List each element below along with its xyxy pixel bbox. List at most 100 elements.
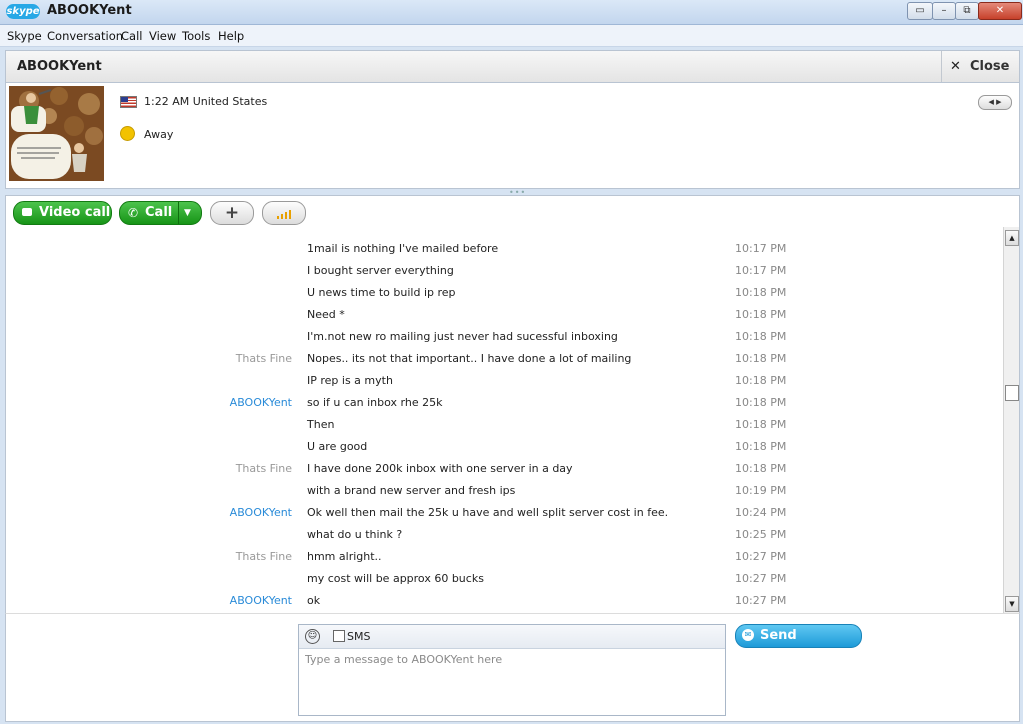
call-split-divider — [178, 202, 179, 224]
chat-message-row[interactable]: Need * 10:18 PM — [6, 308, 1004, 330]
call-quality-icon — [289, 210, 291, 219]
skype-logo: skype — [6, 4, 40, 19]
close-icon: ✕ — [950, 59, 961, 74]
chat-scrollbar[interactable]: ▲ ▼ — [1003, 227, 1020, 613]
chat-message-row[interactable]: IP rep is a myth 10:18 PM — [6, 374, 1004, 396]
chat-message-row[interactable]: I bought server everything 10:17 PM — [6, 264, 1004, 286]
chat-message-row[interactable]: ABOOKYent so if u can inbox rhe 25k 10:18 … — [6, 396, 1004, 418]
chat-message-row[interactable]: with a brand new server and fresh ips 10:… — [6, 484, 1004, 506]
local-time-country: 1:22 AM United States — [144, 95, 268, 108]
call-quality-icon — [285, 212, 287, 219]
sms-checkbox[interactable] — [333, 630, 345, 642]
chat-message-row[interactable]: U news time to build ip rep 10:18 PM — [6, 286, 1004, 308]
message-text: ok — [307, 594, 321, 607]
message-text: my cost will be approx 60 bucks — [307, 572, 484, 585]
send-message-button[interactable]: ✉ Send message — [735, 624, 862, 665]
message-text: what do u think ? — [307, 528, 403, 541]
chat-message-row[interactable]: what do u think ? 10:25 PM — [6, 528, 1004, 550]
message-sender[interactable]: ABOOKYent — [230, 594, 292, 607]
chat-message-row[interactable]: Thats Fine I have done 200k inbox with on… — [6, 462, 1004, 484]
restore-button[interactable]: ⧉ — [955, 2, 979, 20]
chat-message-row[interactable]: Then 10:18 PM — [6, 418, 1004, 440]
message-input[interactable] — [305, 653, 715, 666]
chat-message-row[interactable]: my cost will be approx 60 bucks 10:27 PM — [6, 572, 1004, 594]
call-label: Call — [145, 205, 173, 220]
video-camera-icon — [22, 208, 32, 216]
add-people-button[interactable]: + — [210, 201, 254, 225]
profile-scroll-arrows[interactable]: ◀ ▶ — [978, 95, 1012, 110]
sms-label: SMS — [347, 630, 371, 643]
message-text: 1mail is nothing I've mailed before — [307, 242, 499, 255]
message-timestamp: 10:18 PM — [735, 418, 787, 431]
message-text: so if u can inbox rhe 25k — [307, 396, 443, 409]
scroll-down-arrow-icon[interactable]: ▼ — [1005, 596, 1019, 612]
message-timestamp: 10:27 PM — [735, 572, 787, 585]
message-sender: Thats Fine — [235, 550, 292, 563]
chat-message-row[interactable]: U are good 10:18 PM — [6, 440, 1004, 462]
close-label: Close — [970, 59, 1010, 74]
compact-view-button[interactable]: ▭ — [907, 2, 933, 20]
send-bubble-icon: ✉ — [742, 629, 754, 641]
contact-avatar[interactable] — [9, 86, 104, 181]
compose-toolbar: ☺ SMS — [299, 625, 725, 649]
call-toolbar: Video call ✆ Call ▼ + — [5, 195, 1020, 228]
message-timestamp: 10:18 PM — [735, 462, 787, 475]
message-timestamp: 10:17 PM — [735, 242, 787, 255]
message-timestamp: 10:18 PM — [735, 352, 787, 365]
scroll-thumb[interactable] — [1005, 385, 1019, 401]
message-text: Then — [307, 418, 335, 431]
message-timestamp: 10:18 PM — [735, 330, 787, 343]
message-text: I have done 200k inbox with one server i… — [307, 462, 573, 475]
chat-message-row[interactable]: 1mail is nothing I've mailed before 10:17… — [6, 242, 1004, 264]
menu-conversation[interactable]: Conversation — [47, 29, 123, 43]
minimize-button[interactable]: – — [932, 2, 956, 20]
message-timestamp: 10:18 PM — [735, 440, 787, 453]
conversation-header: ABOOKYent ✕ Close — [5, 50, 1020, 82]
avatar-image — [9, 86, 104, 181]
menu-view[interactable]: View — [149, 29, 176, 43]
conversation-title: ABOOKYent — [17, 59, 102, 74]
video-call-button[interactable]: Video call — [13, 201, 112, 225]
chat-message-row[interactable]: Thats Fine Nopes.. its not that important… — [6, 352, 1004, 374]
contact-profile-panel: 1:22 AM United States Away ◀ ▶ — [5, 82, 1020, 189]
away-status-icon — [120, 126, 135, 141]
message-text: I'm.not new ro mailing just never had su… — [307, 330, 618, 343]
message-text: I bought server everything — [307, 264, 454, 277]
message-text: with a brand new server and fresh ips — [307, 484, 516, 497]
message-sender[interactable]: ABOOKYent — [230, 506, 292, 519]
menu-tools[interactable]: Tools — [182, 29, 210, 43]
message-text: Ok well then mail the 25k u have and wel… — [307, 506, 669, 519]
message-sender: Thats Fine — [235, 352, 292, 365]
message-timestamp: 10:18 PM — [735, 286, 787, 299]
call-quality-button[interactable] — [262, 201, 306, 225]
menu-call[interactable]: Call — [121, 29, 142, 43]
menu-skype[interactable]: Skype — [7, 29, 42, 43]
us-flag-icon — [120, 96, 137, 108]
message-text: U news time to build ip rep — [307, 286, 456, 299]
message-text: Nopes.. its not that important.. I have … — [307, 352, 632, 365]
call-quality-icon — [277, 216, 279, 219]
chat-message-row[interactable]: I'm.not new ro mailing just never had su… — [6, 330, 1004, 352]
scroll-up-arrow-icon[interactable]: ▲ — [1005, 230, 1019, 246]
chat-message-row[interactable]: Thats Fine hmm alright.. 10:27 PM — [6, 550, 1004, 572]
chat-message-row[interactable]: ABOOKYent ok 10:27 PM — [6, 594, 1004, 613]
message-timestamp: 10:24 PM — [735, 506, 787, 519]
call-dropdown-icon[interactable]: ▼ — [184, 202, 191, 224]
window-close-button[interactable]: ✕ — [978, 2, 1022, 20]
message-compose-box[interactable]: ☺ SMS — [298, 624, 726, 716]
video-call-label: Video call — [39, 205, 111, 220]
message-text: hmm alright.. — [307, 550, 382, 563]
chat-message-row[interactable]: ABOOKYent Ok well then mail the 25k u hav… — [6, 506, 1004, 528]
message-timestamp: 10:19 PM — [735, 484, 787, 497]
message-sender[interactable]: ABOOKYent — [230, 396, 292, 409]
chat-history[interactable]: 1mail is nothing I've mailed before 10:17… — [5, 227, 1004, 613]
menu-help[interactable]: Help — [218, 29, 244, 43]
flag-canton — [121, 97, 128, 102]
message-timestamp: 10:18 PM — [735, 374, 787, 387]
emoticon-icon[interactable]: ☺ — [305, 629, 320, 644]
window-title: ABOOKYent — [47, 3, 132, 18]
close-conversation-button[interactable]: ✕ Close — [941, 51, 1019, 82]
call-button[interactable]: ✆ Call ▼ — [119, 201, 202, 225]
compose-area: ☺ SMS ✉ Send message — [5, 613, 1020, 722]
message-timestamp: 10:17 PM — [735, 264, 787, 277]
